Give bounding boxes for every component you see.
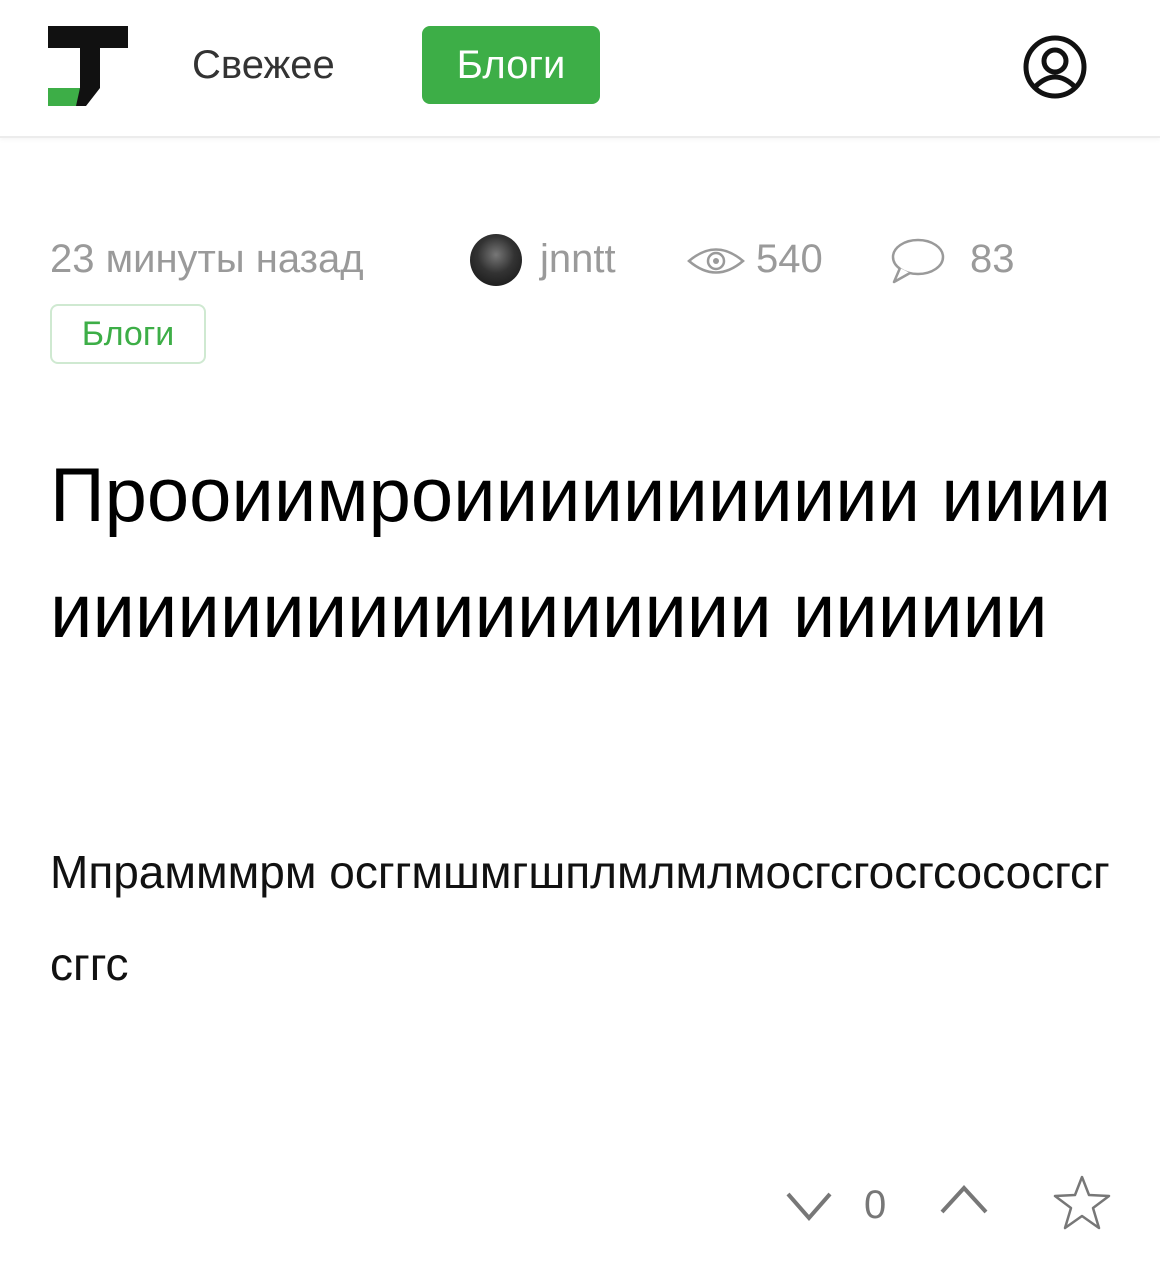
comments-count[interactable]: 83: [970, 234, 1015, 284]
category-tag[interactable]: Блоги: [50, 304, 206, 364]
author-name[interactable]: jnntt: [540, 234, 616, 284]
post-time: 23 минуты назад: [50, 237, 364, 281]
vote-count: 0: [864, 1183, 887, 1227]
eye-icon: [687, 248, 745, 274]
nav-blogs-button[interactable]: Блоги: [422, 26, 600, 104]
author-avatar[interactable]: [470, 234, 522, 286]
chevron-up-icon[interactable]: [938, 1180, 990, 1220]
comment-icon[interactable]: [888, 236, 946, 286]
post-title[interactable]: Прооиимроиииииииииии иииииииииииииииииии…: [50, 438, 1130, 670]
nav-fresh-link[interactable]: Свежее: [192, 40, 335, 90]
top-header: Свежее Блоги: [0, 0, 1160, 138]
star-icon[interactable]: [1052, 1174, 1112, 1232]
user-circle-icon[interactable]: [1022, 34, 1088, 100]
post-body: Мпрамммрм осггмшмгшплмлмлмосгсгосгсососг…: [50, 846, 1110, 990]
chevron-down-icon[interactable]: [784, 1186, 834, 1226]
views-count: 540: [756, 237, 823, 281]
tj-logo-icon[interactable]: [48, 26, 128, 106]
